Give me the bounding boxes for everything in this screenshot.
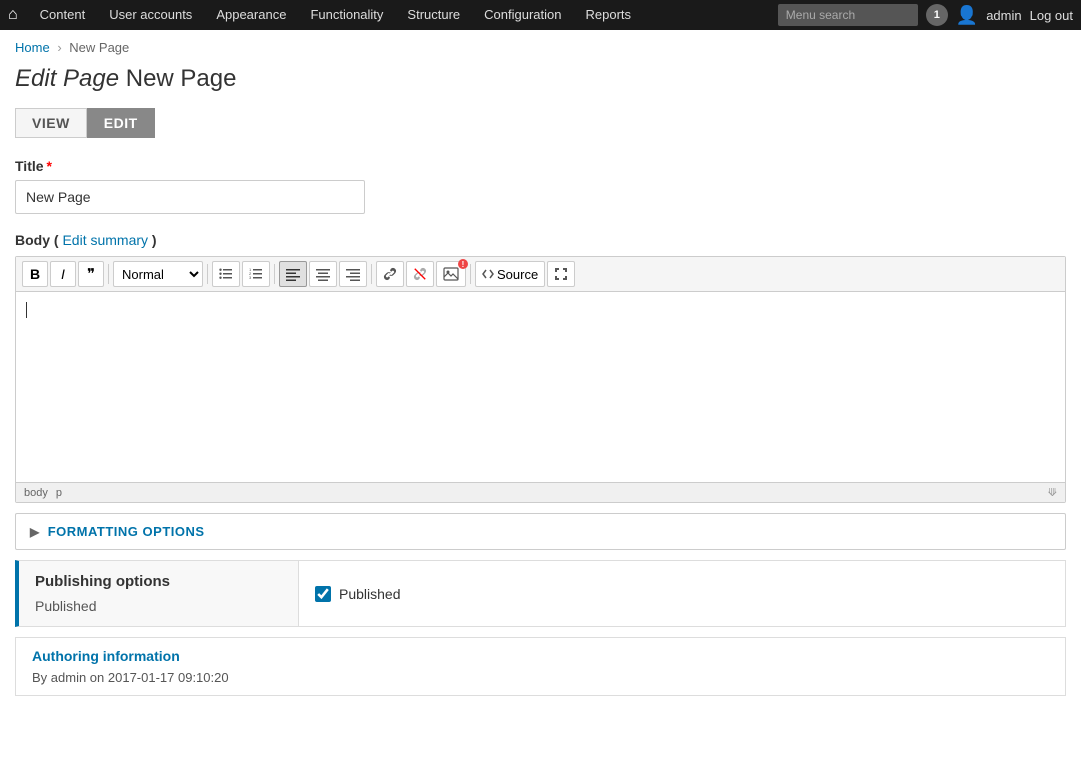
top-navigation: ⌂ Content User accounts Appearance Funct…: [0, 0, 1081, 30]
logout-button[interactable]: Log out: [1030, 8, 1073, 23]
breadcrumb: Home › New Page: [0, 30, 1081, 60]
user-count-badge: 1: [926, 4, 948, 26]
menu-search-input[interactable]: [778, 4, 918, 26]
tab-view[interactable]: VIEW: [15, 108, 87, 138]
nav-item-reports[interactable]: Reports: [574, 0, 644, 30]
publishing-right: Published: [299, 561, 417, 626]
nav-item-functionality[interactable]: Functionality: [298, 0, 395, 30]
breadcrumb-separator: ›: [57, 40, 61, 55]
formatting-options-section: ▶ FORMATTING OPTIONS: [15, 513, 1066, 550]
authoring-section: Authoring information By admin on 2017-0…: [15, 637, 1066, 696]
publishing-status: Published: [35, 598, 282, 614]
image-button[interactable]: !: [436, 261, 466, 287]
toolbar-separator-5: [470, 264, 471, 284]
format-select[interactable]: Normal Heading 1 Heading 2 Heading 3: [113, 261, 203, 287]
publishing-section: Publishing options Published Published: [15, 560, 1066, 627]
statusbar-tags: body p: [24, 487, 62, 499]
title-label: Title*: [15, 158, 1066, 174]
formatting-options-toggle[interactable]: ▶ FORMATTING OPTIONS: [16, 514, 1065, 549]
body-label: Body ( Edit summary ): [15, 232, 1066, 248]
unordered-list-button[interactable]: [212, 261, 240, 287]
ordered-list-button[interactable]: 123: [242, 261, 270, 287]
source-label: Source: [497, 267, 538, 282]
page-title-prefix: Edit Page: [15, 65, 119, 92]
admin-label[interactable]: admin: [986, 8, 1021, 23]
editor-statusbar: body p ⟱: [16, 482, 1065, 502]
p-tag: p: [56, 487, 62, 499]
toolbar-separator-2: [207, 264, 208, 284]
editor-toolbar: B I ❞ Normal Heading 1 Heading 2 Heading…: [16, 257, 1065, 292]
cursor: [26, 302, 27, 318]
nav-item-structure[interactable]: Structure: [395, 0, 472, 30]
breadcrumb-home-link[interactable]: Home: [15, 40, 50, 55]
resize-handle[interactable]: ⟱: [1048, 486, 1057, 499]
publishing-left: Publishing options Published: [19, 561, 299, 626]
align-right-button[interactable]: [339, 261, 367, 287]
toggle-arrow: ▶: [30, 525, 40, 539]
breadcrumb-current: New Page: [69, 40, 129, 55]
nav-item-appearance[interactable]: Appearance: [204, 0, 298, 30]
align-left-button[interactable]: [279, 261, 307, 287]
nav-right: 1 👤 admin Log out: [778, 4, 1073, 26]
edit-summary-link[interactable]: Edit summary: [62, 232, 148, 248]
home-icon[interactable]: ⌂: [8, 6, 18, 24]
svg-text:3: 3: [249, 275, 252, 280]
nav-item-user-accounts[interactable]: User accounts: [97, 0, 204, 30]
body-editor: B I ❞ Normal Heading 1 Heading 2 Heading…: [15, 256, 1066, 503]
toolbar-separator-4: [371, 264, 372, 284]
authoring-inner: Authoring information By admin on 2017-0…: [16, 638, 1065, 695]
authoring-title[interactable]: Authoring information: [32, 648, 1049, 664]
body-tag: body: [24, 487, 48, 499]
tab-edit[interactable]: EDIT: [87, 108, 155, 138]
page-title: Edit Page New Page: [0, 60, 1081, 108]
publishing-inner: Publishing options Published Published: [19, 561, 1065, 626]
bold-button[interactable]: B: [22, 261, 48, 287]
formatting-options-label: FORMATTING OPTIONS: [48, 524, 205, 539]
nav-item-configuration[interactable]: Configuration: [472, 0, 573, 30]
editor-content-area[interactable]: [16, 292, 1065, 482]
publishing-title: Publishing options: [35, 573, 282, 590]
required-indicator: *: [47, 158, 52, 174]
toolbar-separator-1: [108, 264, 109, 284]
quote-button[interactable]: ❞: [78, 261, 104, 287]
published-checkbox-label: Published: [339, 586, 401, 602]
nav-item-content[interactable]: Content: [28, 0, 98, 30]
unlink-button[interactable]: [406, 261, 434, 287]
fullscreen-button[interactable]: [547, 261, 575, 287]
align-center-button[interactable]: [309, 261, 337, 287]
title-input[interactable]: [15, 180, 365, 214]
toolbar-separator-3: [274, 264, 275, 284]
source-button[interactable]: Source: [475, 261, 545, 287]
title-field-section: Title*: [0, 158, 1081, 214]
authoring-info: By admin on 2017-01-17 09:10:20: [32, 670, 1049, 685]
italic-button[interactable]: I: [50, 261, 76, 287]
link-button[interactable]: [376, 261, 404, 287]
tab-bar: VIEW EDIT: [0, 108, 1081, 138]
user-icon: 👤: [956, 5, 978, 26]
published-checkbox[interactable]: [315, 586, 331, 602]
